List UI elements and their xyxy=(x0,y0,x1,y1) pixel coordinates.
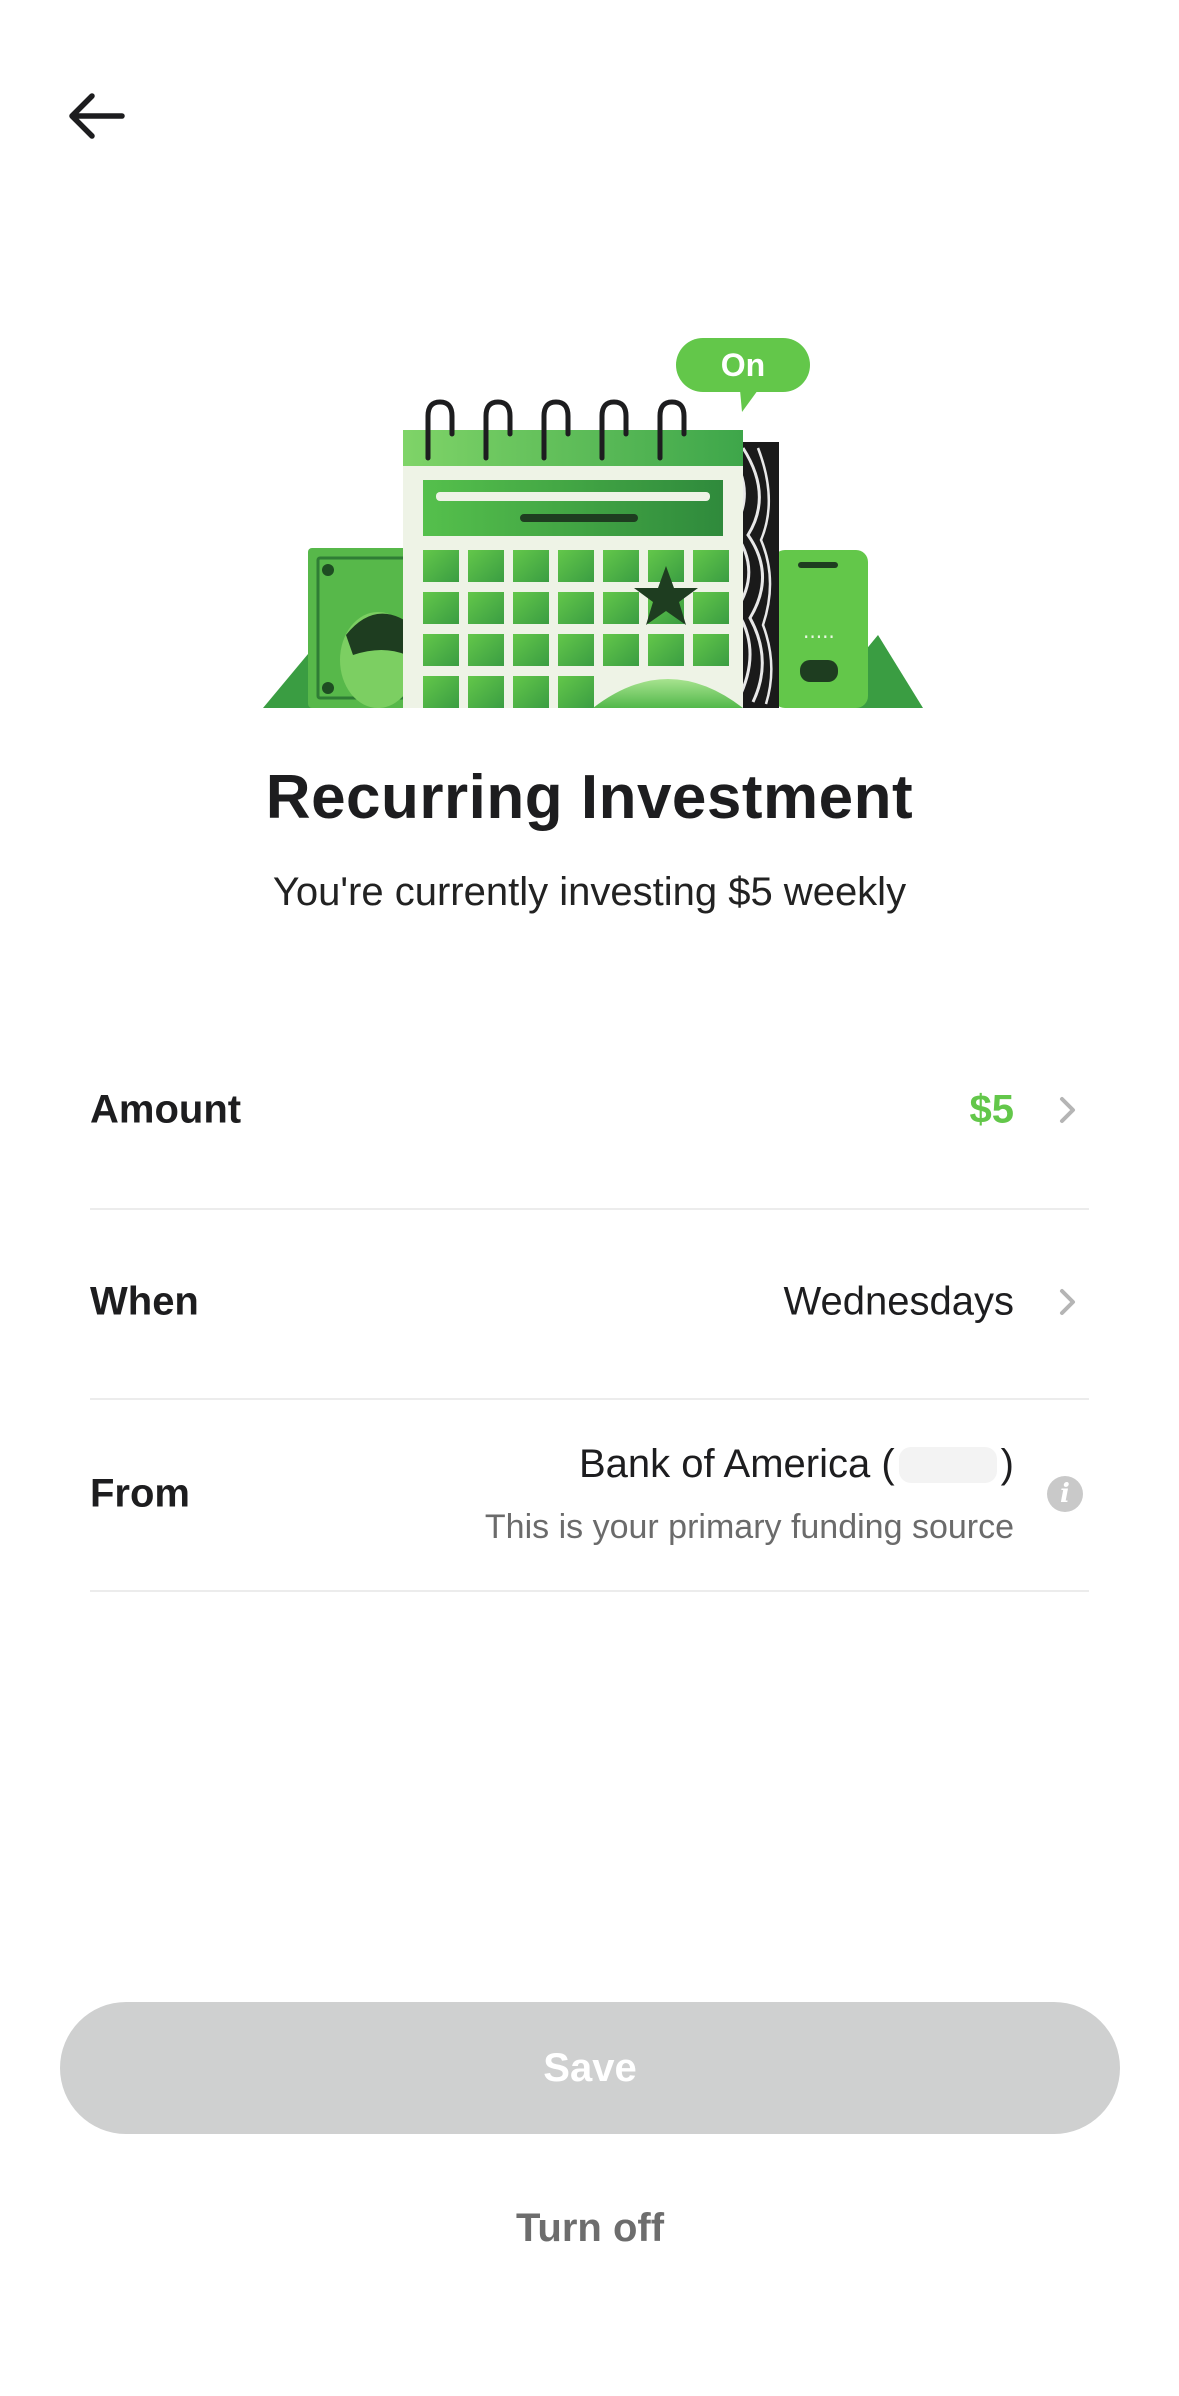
when-label: When xyxy=(90,1279,199,1324)
from-row: From Bank of America ( ) This is your pr… xyxy=(90,1400,1089,1592)
amount-label: Amount xyxy=(90,1087,242,1132)
calendar-illustration: ..... On xyxy=(263,334,923,708)
bank-suffix: ) xyxy=(1000,1442,1014,1486)
back-button[interactable] xyxy=(58,82,134,150)
arrow-left-icon xyxy=(69,93,125,139)
masked-account-number xyxy=(898,1446,997,1483)
page-subtitle: You're currently investing $5 weekly xyxy=(272,870,907,914)
when-row[interactable]: When Wednesdays xyxy=(90,1210,1089,1400)
svg-text:.....: ..... xyxy=(803,619,835,643)
chevron-right-icon xyxy=(1053,1095,1083,1125)
amount-row[interactable]: Amount $5 xyxy=(90,1020,1089,1210)
info-icon[interactable]: i xyxy=(1047,1476,1083,1512)
on-badge-label: On xyxy=(721,347,765,383)
chevron-right-icon xyxy=(1053,1287,1083,1317)
save-button[interactable]: Save xyxy=(60,2002,1120,2134)
bank-name: Bank of America ( xyxy=(578,1442,895,1486)
when-value: Wednesdays xyxy=(783,1279,1014,1324)
amount-value: $5 xyxy=(969,1087,1015,1132)
turn-off-button[interactable]: Turn off xyxy=(390,2190,790,2266)
from-label: From xyxy=(90,1471,190,1516)
page-title: Recurring Investment xyxy=(265,763,914,832)
funding-source-name: Bank of America ( ) xyxy=(579,1442,1014,1487)
recurring-investment-screen: ..... On Recurring Investment You're cur… xyxy=(0,0,1179,2396)
funding-source-note: This is your primary funding source xyxy=(484,1508,1014,1546)
